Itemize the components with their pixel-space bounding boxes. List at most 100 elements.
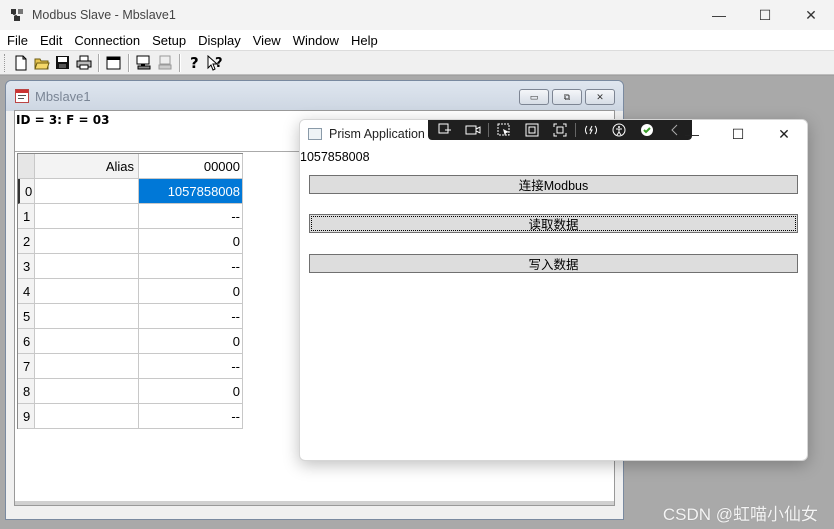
- child-minimize-button[interactable]: ▭: [519, 89, 549, 105]
- alias-cell[interactable]: [35, 304, 139, 329]
- menu-view[interactable]: View: [249, 33, 286, 48]
- register-value-cell[interactable]: 0: [139, 279, 243, 304]
- minimize-button[interactable]: —: [696, 0, 742, 30]
- alias-cell[interactable]: [35, 354, 139, 379]
- svg-text:?: ?: [215, 56, 223, 71]
- alias-cell[interactable]: [35, 254, 139, 279]
- menu-display[interactable]: Display: [194, 33, 246, 48]
- table-row: 3 --: [18, 254, 243, 279]
- app-titlebar: Modbus Slave - Mbslave1 — ☐ ✕: [0, 0, 834, 30]
- watermark: CSDN @虹喵小仙女: [662, 505, 818, 524]
- document-icon: [15, 89, 29, 103]
- write-data-button[interactable]: 写入数据: [309, 254, 798, 273]
- menu-window[interactable]: Window: [289, 33, 344, 48]
- print-icon[interactable]: [73, 53, 94, 73]
- alias-cell[interactable]: [35, 204, 139, 229]
- select-element-icon[interactable]: [490, 120, 518, 140]
- row-number[interactable]: 9: [18, 404, 35, 429]
- app-title: Modbus Slave - Mbslave1: [32, 8, 176, 22]
- row-number[interactable]: 7: [18, 354, 35, 379]
- child-close-button[interactable]: ✕: [585, 89, 615, 105]
- row-number[interactable]: 6: [18, 329, 35, 354]
- prism-close-button[interactable]: ✕: [761, 120, 807, 148]
- toolbar-separator: [488, 123, 489, 137]
- accessibility-icon[interactable]: [605, 120, 633, 140]
- menu-setup[interactable]: Setup: [148, 33, 191, 48]
- help-icon[interactable]: ?: [184, 53, 205, 73]
- alias-cell[interactable]: [35, 379, 139, 404]
- row-number[interactable]: 0: [18, 179, 35, 204]
- row-number[interactable]: 1: [18, 204, 35, 229]
- table-row: 7 --: [18, 354, 243, 379]
- register-value-cell[interactable]: 1057858008: [139, 179, 243, 204]
- track-focused-element-icon[interactable]: [546, 120, 574, 140]
- prism-maximize-button[interactable]: ☐: [715, 120, 761, 148]
- toolbar: ? ?: [0, 50, 834, 75]
- menu-help[interactable]: Help: [347, 33, 383, 48]
- check-status-icon[interactable]: [633, 120, 661, 140]
- read-value-text: 1057858008: [300, 150, 370, 164]
- table-row: 4 0: [18, 279, 243, 304]
- child-title: Mbslave1: [35, 88, 91, 104]
- xaml-debug-toolbar: [428, 120, 692, 140]
- row-number[interactable]: 8: [18, 379, 35, 404]
- window-icon[interactable]: [103, 53, 124, 73]
- connect-modbus-button[interactable]: 连接Modbus: [309, 175, 798, 194]
- go-to-live-visual-tree-icon[interactable]: [431, 120, 459, 140]
- value-column-header[interactable]: 00000: [139, 154, 243, 179]
- table-row: 9 --: [18, 404, 243, 429]
- grid-corner-cell[interactable]: [18, 154, 35, 179]
- child-titlebar[interactable]: Mbslave1 ▭ ⧉ ✕: [6, 81, 623, 111]
- alias-column-header[interactable]: Alias: [35, 154, 139, 179]
- table-row: 1 --: [18, 204, 243, 229]
- maximize-button[interactable]: ☐: [742, 0, 788, 30]
- register-value-cell[interactable]: --: [139, 354, 243, 379]
- slave-id-function-label: ID = 3: F = 03: [16, 113, 110, 127]
- register-value-cell[interactable]: 0: [139, 229, 243, 254]
- row-number[interactable]: 2: [18, 229, 35, 254]
- show-in-xaml-live-preview-icon[interactable]: [459, 120, 487, 140]
- table-row: 8 0: [18, 379, 243, 404]
- register-value-cell[interactable]: --: [139, 254, 243, 279]
- child-bottom-edge: [15, 501, 614, 505]
- alias-cell[interactable]: [35, 279, 139, 304]
- menu-file[interactable]: File: [3, 33, 33, 48]
- alias-cell[interactable]: [35, 329, 139, 354]
- connect-icon[interactable]: [133, 53, 154, 73]
- modbus-slave-icon: [10, 8, 24, 22]
- table-row: 6 0: [18, 329, 243, 354]
- alias-cell[interactable]: [35, 179, 139, 204]
- read-data-button[interactable]: 读取数据: [309, 214, 798, 233]
- menu-edit[interactable]: Edit: [36, 33, 67, 48]
- svg-text:?: ?: [190, 55, 199, 70]
- register-value-cell[interactable]: --: [139, 404, 243, 429]
- register-value-cell[interactable]: 0: [139, 379, 243, 404]
- save-icon[interactable]: [52, 53, 73, 73]
- disconnect-icon[interactable]: [154, 53, 175, 73]
- prism-application-window: Prism Application — ☐ ✕ 1057858008 连接Mod…: [299, 119, 808, 461]
- close-button[interactable]: ✕: [788, 0, 834, 30]
- child-restore-button[interactable]: ⧉: [552, 89, 582, 105]
- register-value-cell[interactable]: 0: [139, 329, 243, 354]
- register-grid: Alias 00000 0 1057858008 1 -- 2 0 3 -- 4…: [17, 153, 243, 429]
- open-folder-icon[interactable]: [31, 53, 52, 73]
- hot-reload-icon[interactable]: [577, 120, 605, 140]
- register-value-cell[interactable]: --: [139, 204, 243, 229]
- app-window-icon: [308, 128, 322, 140]
- table-row: 5 --: [18, 304, 243, 329]
- toolbar-grip[interactable]: [4, 53, 7, 72]
- table-row: 2 0: [18, 229, 243, 254]
- register-value-cell[interactable]: --: [139, 304, 243, 329]
- context-help-icon[interactable]: ?: [205, 53, 226, 73]
- toolbar-separator: [128, 53, 129, 72]
- row-number[interactable]: 5: [18, 304, 35, 329]
- alias-cell[interactable]: [35, 404, 139, 429]
- alias-cell[interactable]: [35, 229, 139, 254]
- toolbar-separator: [98, 53, 99, 72]
- display-layout-adorners-icon[interactable]: [518, 120, 546, 140]
- row-number[interactable]: 3: [18, 254, 35, 279]
- menu-connection[interactable]: Connection: [70, 33, 145, 48]
- prism-minimize-button[interactable]: —: [669, 120, 715, 148]
- row-number[interactable]: 4: [18, 279, 35, 304]
- new-file-icon[interactable]: [10, 53, 31, 73]
